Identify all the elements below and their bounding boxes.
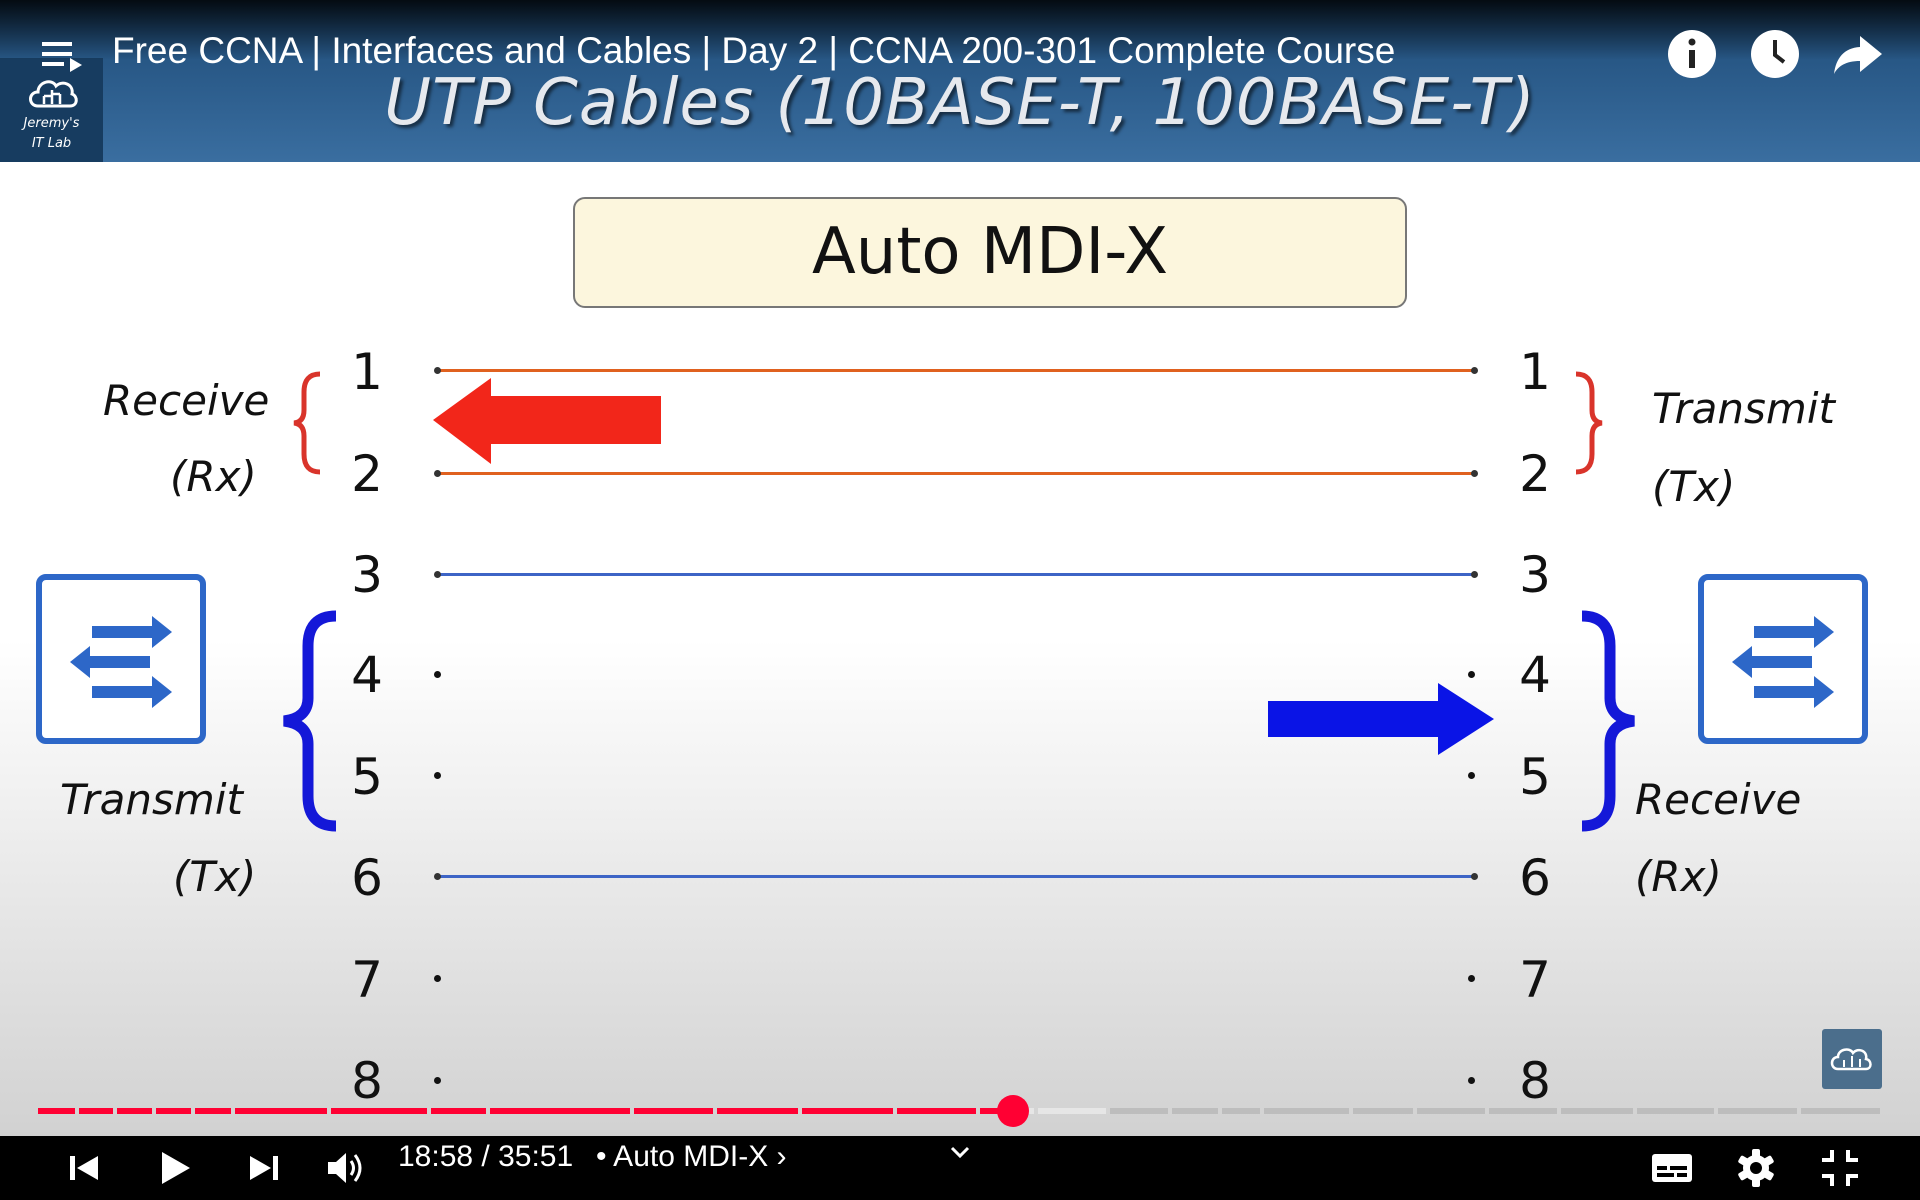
- chapter-title[interactable]: • Auto MDI-X ›: [596, 1140, 787, 1174]
- pin-left-8: 8: [351, 1052, 383, 1110]
- brace-right-receive: [1581, 610, 1635, 832]
- progress-segment-remaining[interactable]: [1352, 1108, 1414, 1114]
- channel-watermark[interactable]: [1822, 1029, 1882, 1089]
- previous-icon[interactable]: [58, 1142, 110, 1194]
- label-right-receive: Receive: [1635, 775, 1802, 824]
- pin-dot-left-8: [434, 1077, 441, 1084]
- pin-dot-left-5: [434, 772, 441, 779]
- progress-segment-played[interactable]: [633, 1108, 713, 1114]
- progress-segment-remaining[interactable]: [1801, 1108, 1880, 1114]
- time-current: 18:58: [398, 1140, 474, 1173]
- progress-segment-remaining[interactable]: [1636, 1108, 1715, 1114]
- switch-icon-left: [36, 574, 206, 744]
- pin-right-7: 7: [1519, 951, 1551, 1009]
- progress-segment-remaining[interactable]: [1222, 1108, 1261, 1114]
- label-right-transmit: Transmit: [1652, 384, 1835, 433]
- switch-icon-right: [1698, 574, 1868, 744]
- pin-left-5: 5: [351, 748, 383, 806]
- progress-segment-played[interactable]: [430, 1108, 486, 1114]
- wire-pin-3: [434, 571, 1478, 578]
- control-bar: [0, 1136, 1920, 1200]
- progress-segment-played[interactable]: [38, 1108, 75, 1114]
- pin-left-4: 4: [351, 646, 383, 704]
- progress-segment-played[interactable]: [716, 1108, 798, 1114]
- progress-segment-played[interactable]: [489, 1108, 630, 1114]
- pin-left-6: 6: [351, 849, 383, 907]
- progress-segment-remaining[interactable]: [1417, 1108, 1486, 1114]
- share-arrow-icon[interactable]: [1830, 26, 1886, 82]
- pin-dot-left-4: [434, 671, 441, 678]
- progress-segment-played[interactable]: [78, 1108, 114, 1114]
- video-frame[interactable]: Jeremy's IT Lab UTP Cables (10BASE-T, 10…: [0, 0, 1920, 1200]
- exit-fullscreen-icon[interactable]: [1814, 1142, 1866, 1194]
- pin-right-8: 8: [1519, 1052, 1551, 1110]
- progress-segment-remaining[interactable]: [1561, 1108, 1633, 1114]
- pin-dot-right-4: [1468, 671, 1475, 678]
- progress-segment-played[interactable]: [235, 1108, 328, 1114]
- menu-playlist-icon[interactable]: [36, 30, 92, 86]
- wire-pin-1: [434, 367, 1478, 374]
- pin-right-2: 2: [1519, 445, 1551, 503]
- pin-left-3: 3: [351, 546, 383, 604]
- brace-left-transmit: [283, 610, 337, 832]
- pin-right-1: 1: [1519, 343, 1551, 401]
- watch-later-clock-icon[interactable]: [1747, 26, 1803, 82]
- play-icon[interactable]: [148, 1142, 200, 1194]
- pin-dot-right-7: [1468, 975, 1475, 982]
- wire-pin-2: [434, 470, 1478, 477]
- video-title[interactable]: Free CCNA | Interfaces and Cables | Day …: [112, 30, 1395, 72]
- progress-segment-remaining[interactable]: [1489, 1108, 1558, 1114]
- progress-bar[interactable]: [38, 1104, 1882, 1118]
- pin-right-5: 5: [1519, 748, 1551, 806]
- settings-gear-icon[interactable]: [1730, 1142, 1782, 1194]
- switch-arrows-icon: [70, 616, 172, 708]
- progress-segment-played[interactable]: [194, 1108, 232, 1114]
- label-right-tx: (Tx): [1652, 462, 1736, 511]
- pin-right-3: 3: [1519, 546, 1551, 604]
- blue-arrow-right: [1268, 683, 1494, 755]
- pin-right-6: 6: [1519, 849, 1551, 907]
- switch-arrows-icon: [1732, 616, 1834, 708]
- label-left-tx: (Tx): [173, 852, 257, 901]
- progress-segment-played[interactable]: [117, 1108, 153, 1114]
- progress-segment-played[interactable]: [897, 1108, 977, 1114]
- pin-dot-right-8: [1468, 1077, 1475, 1084]
- info-icon[interactable]: [1664, 26, 1720, 82]
- brace-left-receive: [293, 371, 321, 475]
- progress-segment-remaining[interactable]: [1718, 1108, 1797, 1114]
- progress-segment-remaining[interactable]: [1172, 1108, 1218, 1114]
- label-left-transmit: Transmit: [60, 775, 243, 824]
- progress-segment-remaining[interactable]: [1264, 1108, 1349, 1114]
- pin-right-4: 4: [1519, 646, 1551, 704]
- progress-segment-remaining[interactable]: [1109, 1108, 1169, 1114]
- pin-left-2: 2: [351, 445, 383, 503]
- time-separator: /: [473, 1140, 499, 1173]
- wire-pin-6: [434, 873, 1478, 880]
- progress-segment-played[interactable]: [156, 1108, 191, 1114]
- pin-left-1: 1: [351, 343, 383, 401]
- pin-left-7: 7: [351, 951, 383, 1009]
- red-arrow-left: [433, 378, 661, 464]
- time-display: 18:58 / 35:51: [398, 1140, 573, 1174]
- label-right-rx: (Rx): [1635, 852, 1722, 901]
- label-left-rx: (Rx): [170, 452, 257, 501]
- label-left-receive: Receive: [103, 376, 270, 425]
- progress-segment-played[interactable]: [801, 1108, 894, 1114]
- subtitles-icon[interactable]: [1646, 1142, 1698, 1194]
- pin-dot-left-7: [434, 975, 441, 982]
- chevron-down-icon[interactable]: [942, 1136, 994, 1188]
- cloud-brain-icon: [1830, 1048, 1872, 1071]
- pin-dot-right-5: [1468, 772, 1475, 779]
- slide-title: UTP Cables (10BASE-T, 100BASE-T): [384, 66, 1536, 140]
- volume-icon[interactable]: [320, 1142, 372, 1194]
- progress-segment-remaining[interactable]: [1037, 1108, 1106, 1114]
- brace-right-transmit: [1575, 371, 1603, 475]
- auto-mdix-title-box: Auto MDI-X: [573, 197, 1407, 308]
- time-total: 35:51: [498, 1140, 574, 1173]
- next-icon[interactable]: [238, 1142, 290, 1194]
- progress-segment-played[interactable]: [331, 1108, 427, 1114]
